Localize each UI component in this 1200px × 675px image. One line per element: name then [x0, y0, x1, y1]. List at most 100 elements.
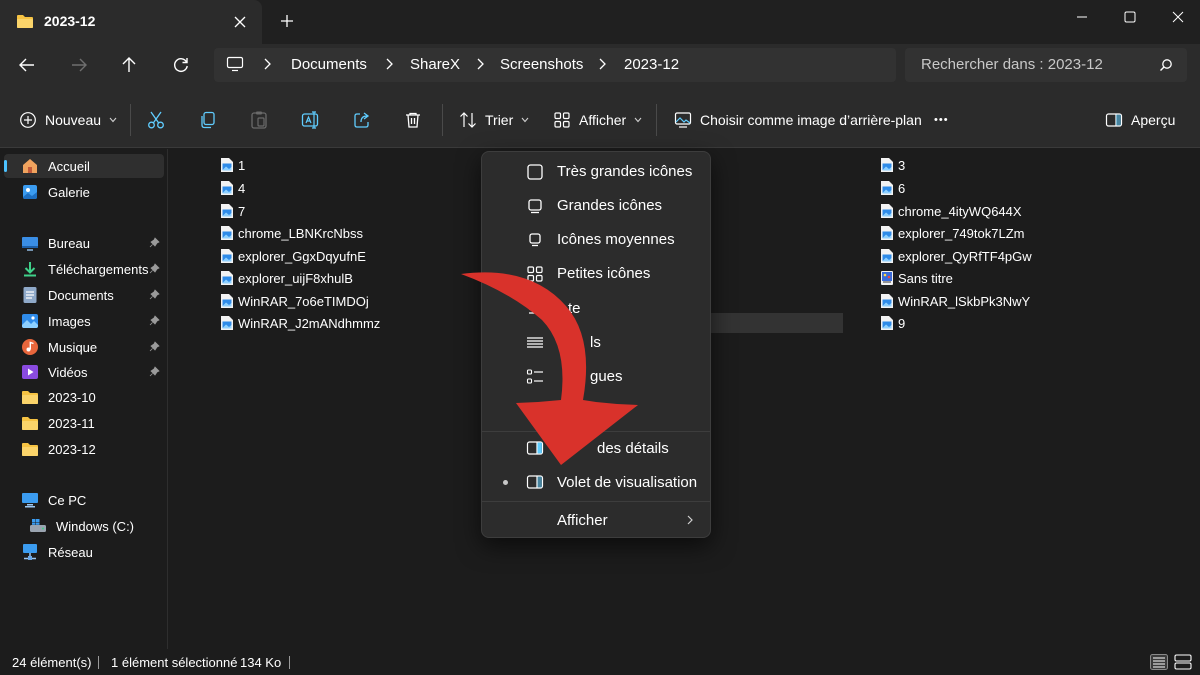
search-input[interactable]: Rechercher dans : 2023-12: [905, 48, 1187, 82]
sidebar-item-videos[interactable]: Vidéos: [4, 360, 164, 384]
toolbar-divider: [656, 104, 657, 136]
refresh-icon[interactable]: [172, 56, 190, 74]
sidebar-item-windows-c[interactable]: Windows (C:): [12, 514, 172, 538]
file-item[interactable]: explorer_uijF8xhulB: [220, 267, 353, 289]
address-bar[interactable]: Documents ShareX Screenshots 2023-12: [214, 48, 896, 82]
sidebar-item-galerie[interactable]: Galerie: [4, 180, 164, 204]
paste-icon: [250, 110, 268, 130]
file-item[interactable]: chrome_4ityWQ644X: [880, 200, 1022, 222]
tiles-view-toggle-icon[interactable]: [1174, 654, 1192, 670]
window-tab[interactable]: 2023-12: [0, 0, 262, 44]
large-icons-icon: [526, 197, 544, 215]
view-dropdown-menu: Très grandes icônes Grandes icônes Icône…: [481, 151, 711, 538]
file-item[interactable]: WinRAR_7o6eTIMDOj: [220, 290, 369, 312]
file-item[interactable]: WinRAR_J2mANdhmmz: [220, 312, 380, 334]
delete-button[interactable]: [404, 92, 422, 148]
menu-item-medium-icons[interactable]: Icônes moyennes: [486, 223, 706, 255]
menu-item-details[interactable]: ls: [486, 326, 706, 358]
sidebar-item-2023-12[interactable]: 2023-12: [4, 437, 164, 461]
rename-button[interactable]: [301, 92, 321, 148]
set-wallpaper-button[interactable]: Choisir comme image d’arrière-plan: [674, 92, 922, 148]
menu-item-preview-pane[interactable]: Volet de visualisation: [486, 466, 706, 498]
pin-icon[interactable]: [149, 341, 160, 352]
file-item[interactable]: 7: [220, 200, 245, 222]
view-button[interactable]: Afficher: [553, 92, 642, 148]
navigation-pane: Accueil Galerie Bureau Téléchargements D…: [0, 149, 168, 649]
new-button[interactable]: Nouveau: [19, 92, 117, 148]
breadcrumb-2023-12[interactable]: 2023-12: [624, 56, 679, 73]
sidebar-item-reseau[interactable]: Réseau: [4, 540, 164, 564]
pin-icon[interactable]: [149, 289, 160, 300]
file-name: WinRAR_J2mANdhmmz: [238, 315, 381, 331]
search-icon[interactable]: [1159, 58, 1173, 72]
up-arrow-icon[interactable]: [120, 56, 138, 74]
list-icon: [526, 300, 544, 318]
file-name: explorer_GgxDqyufnE: [238, 248, 366, 264]
command-bar: Nouveau Trier Afficher Choisir comme ima…: [0, 92, 1200, 148]
menu-item-details-pane[interactable]: V des détails: [486, 432, 706, 464]
file-item[interactable]: explorer_GgxDqyufnE: [220, 245, 366, 267]
more-options-button[interactable]: •••: [934, 92, 949, 148]
image-file-icon: [220, 180, 234, 196]
file-item[interactable]: 4: [220, 177, 245, 199]
file-item[interactable]: 1: [220, 154, 245, 176]
file-item[interactable]: Sans titre: [880, 267, 953, 289]
image-file-icon: [880, 293, 894, 309]
sidebar-item-accueil[interactable]: Accueil: [4, 154, 164, 178]
image-file-icon: [220, 270, 234, 286]
sidebar-item-2023-10[interactable]: 2023-10: [4, 385, 164, 409]
maximize-icon[interactable]: [1118, 5, 1142, 29]
back-arrow-icon[interactable]: [18, 56, 36, 74]
preview-label: Aperçu: [1131, 112, 1176, 128]
share-button[interactable]: [353, 92, 371, 148]
preview-button[interactable]: Aperçu: [1105, 92, 1175, 148]
sidebar-item-2023-11[interactable]: 2023-11: [4, 411, 164, 435]
sidebar-item-telechargements[interactable]: Téléchargements: [4, 257, 164, 281]
sidebar-item-bureau[interactable]: Bureau: [4, 231, 164, 255]
sidebar-item-ce-pc[interactable]: Ce PC: [4, 488, 164, 512]
chevron-right-icon: [686, 514, 694, 526]
breadcrumb-sharex[interactable]: ShareX: [410, 56, 460, 73]
plus-icon[interactable]: [279, 13, 295, 29]
pin-icon[interactable]: [149, 366, 160, 377]
file-item[interactable]: 9: [880, 312, 905, 334]
menu-item-small-icons[interactable]: Petites icônes: [486, 257, 706, 289]
menu-item-list[interactable]: te: [486, 292, 706, 324]
menu-item-large-icons[interactable]: Grandes icônes: [486, 189, 706, 221]
file-name: 6: [898, 180, 906, 196]
file-item[interactable]: WinRAR_lSkbPk3NwY: [880, 290, 1030, 312]
sidebar-item-musique[interactable]: Musique: [4, 335, 164, 359]
view-label: Afficher: [579, 112, 627, 128]
new-button-label: Nouveau: [45, 112, 102, 128]
search-placeholder: Rechercher dans : 2023-12: [921, 56, 1103, 73]
menu-item-extra-large-icons[interactable]: Très grandes icônes: [486, 155, 706, 187]
file-name: Sans titre: [898, 270, 953, 286]
image-file-icon: [220, 203, 234, 219]
file-item[interactable]: 3: [880, 154, 905, 176]
image-file-icon: [220, 293, 234, 309]
sidebar-item-documents[interactable]: Documents: [4, 283, 164, 307]
details-view-toggle-icon[interactable]: [1150, 654, 1168, 670]
home-icon: [20, 157, 40, 175]
pin-icon[interactable]: [149, 263, 160, 274]
cut-button[interactable]: [147, 92, 165, 148]
file-item[interactable]: 6: [880, 177, 905, 199]
menu-item-content[interactable]: [486, 394, 706, 426]
copy-button[interactable]: [199, 92, 217, 148]
file-item[interactable]: chrome_LBNKrcNbss: [220, 222, 363, 244]
file-item[interactable]: explorer_QyRfTF4pGw: [880, 245, 1032, 267]
sort-button[interactable]: Trier: [459, 92, 529, 148]
menu-item-tiles[interactable]: gues: [486, 360, 706, 392]
paste-button[interactable]: [250, 92, 268, 148]
pin-icon[interactable]: [149, 315, 160, 326]
window-close-icon[interactable]: [1166, 5, 1190, 29]
close-icon[interactable]: [232, 14, 248, 30]
breadcrumb-screenshots[interactable]: Screenshots: [500, 56, 583, 73]
file-item[interactable]: explorer_749tok7LZm: [880, 222, 1024, 244]
minimize-icon[interactable]: [1070, 5, 1094, 29]
sidebar-item-images[interactable]: Images: [4, 309, 164, 333]
breadcrumb-documents[interactable]: Documents: [291, 56, 367, 73]
forward-arrow-icon[interactable]: [70, 56, 88, 74]
menu-item-show-submenu[interactable]: Afficher: [486, 504, 706, 536]
pin-icon[interactable]: [149, 237, 160, 248]
